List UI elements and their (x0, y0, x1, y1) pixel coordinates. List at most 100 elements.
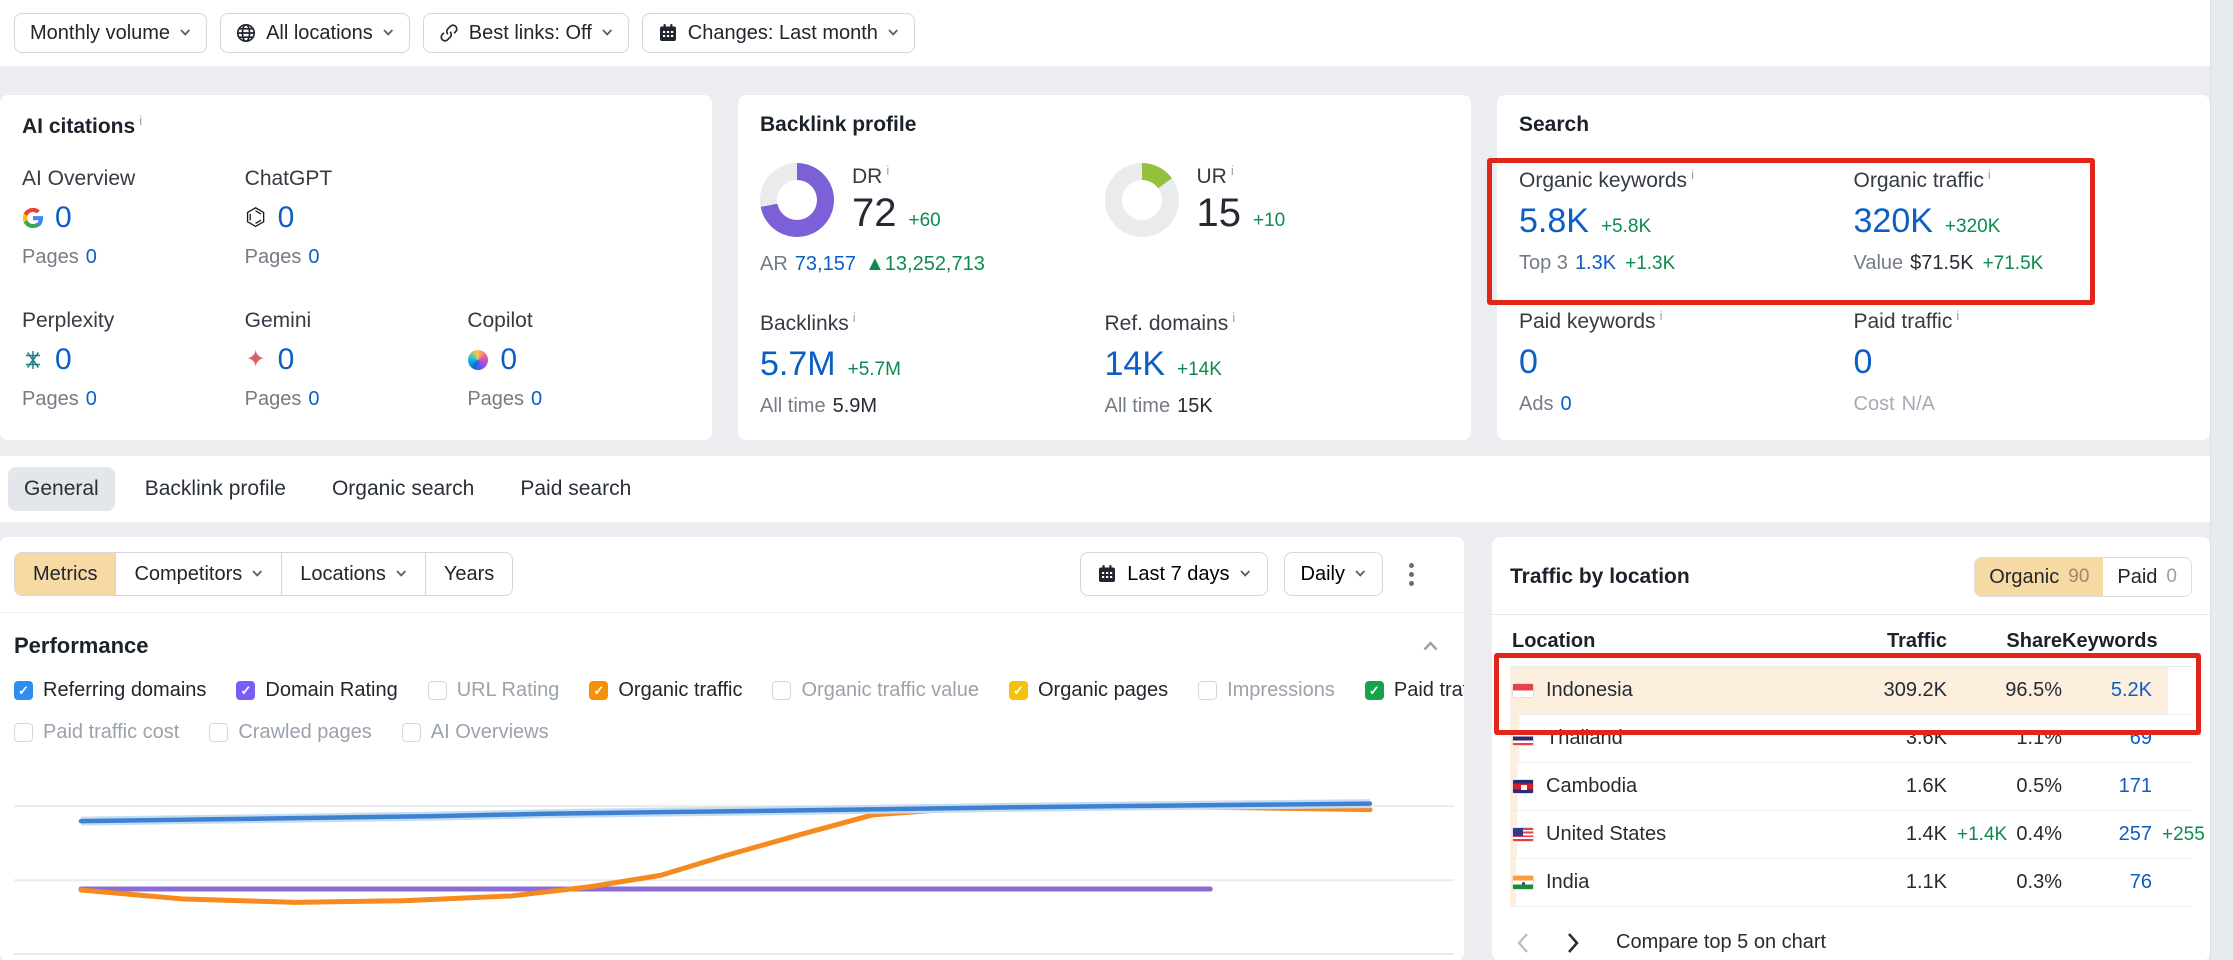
locations-segment[interactable]: Locations (281, 553, 425, 595)
ref-domains-value-link[interactable]: 14K (1105, 345, 1166, 384)
ads-count-link[interactable]: 0 (1560, 393, 1571, 415)
best-links-filter[interactable]: Best links: Off (423, 13, 629, 53)
link-icon (439, 23, 459, 43)
location-label: Cambodia (1546, 775, 1637, 798)
granularity-button[interactable]: Daily (1284, 552, 1383, 596)
info-icon[interactable]: i (1956, 308, 1959, 323)
keywords-link[interactable]: 69 (2130, 727, 2152, 749)
country-flag-icon (1512, 827, 1534, 842)
location-label: Thailand (1546, 727, 1623, 750)
collapse-chevron-up-icon[interactable] (1423, 641, 1438, 651)
traffic-column-header[interactable]: Traffic (1797, 630, 1947, 653)
info-icon[interactable]: i (1232, 310, 1235, 325)
metric-checkbox-referring-domains[interactable]: Referring domains (14, 679, 206, 702)
paid-keywords-value-link[interactable]: 0 (1519, 343, 1538, 382)
keywords-link[interactable]: 171 (2119, 775, 2152, 797)
pages-count-link[interactable]: 0 (531, 388, 542, 410)
pages-count-link[interactable]: 0 (86, 388, 97, 410)
monthly-volume-filter[interactable]: Monthly volume (14, 13, 207, 53)
years-segment[interactable]: Years (425, 553, 512, 595)
scrollbar[interactable] (2210, 0, 2233, 960)
info-icon[interactable]: i (1231, 163, 1234, 178)
info-icon[interactable]: i (139, 113, 142, 128)
info-icon[interactable]: i (853, 310, 856, 325)
share-column-header[interactable]: Share (1947, 630, 2062, 653)
compare-top5-link[interactable]: Compare top 5 on chart (1616, 931, 1826, 954)
tab-general[interactable]: General (8, 467, 115, 511)
metric-checkbox-paid-traffic-cost[interactable]: Paid traffic cost (14, 721, 179, 744)
gemini-icon: ✦ (245, 349, 267, 371)
keywords-link[interactable]: 5.2K (2111, 679, 2152, 701)
organic-keywords-value-link[interactable]: 5.8K (1519, 202, 1589, 241)
more-options-kebab-icon[interactable] (1399, 555, 1424, 594)
backlinks-value-link[interactable]: 5.7M (760, 345, 836, 384)
paid-traffic-value-link[interactable]: 0 (1854, 343, 1873, 382)
locations-filter[interactable]: All locations (220, 13, 410, 53)
metric-checkbox-domain-rating[interactable]: Domain Rating (236, 679, 397, 702)
competitors-segment[interactable]: Competitors (115, 553, 281, 595)
chatgpt-count[interactable]: 0 (278, 201, 295, 235)
checkbox-icon (1365, 681, 1384, 700)
tab-organic-search[interactable]: Organic search (316, 467, 490, 511)
changes-filter[interactable]: Changes: Last month (642, 13, 915, 53)
alltime-value: 15K (1177, 395, 1213, 417)
top3-value-link[interactable]: 1.3K (1575, 252, 1616, 274)
prev-page-chevron-icon[interactable] (1516, 932, 1530, 954)
metric-checkbox-organic-pages[interactable]: Organic pages (1009, 679, 1168, 702)
organic-traffic-value-link[interactable]: 320K (1854, 202, 1933, 241)
organic-keywords-delta: +5.8K (1601, 216, 1651, 238)
checkbox-icon (1009, 681, 1028, 700)
ai-overview-count[interactable]: 0 (55, 201, 72, 235)
tab-paid-search[interactable]: Paid search (504, 467, 647, 511)
metric-label: Paid traffic (1394, 679, 1464, 702)
paid-toggle[interactable]: Paid0 (2103, 558, 2191, 596)
organic-toggle[interactable]: Organic90 (1975, 558, 2103, 596)
checkbox-icon (209, 723, 228, 742)
info-icon[interactable]: i (1691, 167, 1694, 182)
metric-checkbox-url-rating[interactable]: URL Rating (428, 679, 560, 702)
metrics-segment[interactable]: Metrics (15, 553, 115, 595)
traffic-value: $71.5K (1910, 252, 1973, 274)
dr-label: DRi (852, 163, 941, 189)
next-page-chevron-icon[interactable] (1566, 932, 1580, 954)
metric-checkbox-crawled-pages[interactable]: Crawled pages (209, 721, 371, 744)
metric-checkbox-organic-traffic-value[interactable]: Organic traffic value (772, 679, 979, 702)
table-row-thailand[interactable]: Thailand 3.6K 1.1% 69 (1510, 715, 2192, 763)
info-icon[interactable]: i (886, 163, 889, 178)
cost-label: Cost (1854, 393, 1895, 415)
performance-title: Performance (14, 633, 149, 659)
pages-count-link[interactable]: 0 (308, 246, 319, 268)
metric-label: Organic traffic (618, 679, 742, 702)
keywords-link[interactable]: 76 (2130, 871, 2152, 893)
metric-checkbox-paid-traffic[interactable]: Paid traffic (1365, 679, 1464, 702)
share-value: 0.3% (1947, 871, 2062, 894)
metric-checkbox-organic-traffic[interactable]: Organic traffic (589, 679, 742, 702)
copilot-stat: Copilot 0 Pages0 (467, 309, 690, 411)
ai-citations-panel: AI citationsi AI Overview 0 Pages0 ChatG… (0, 95, 712, 440)
chevron-down-icon (383, 29, 394, 37)
table-row-cambodia[interactable]: Cambodia 1.6K 0.5% 171 (1510, 763, 2192, 811)
metric-checkbox-ai-overviews[interactable]: AI Overviews (402, 721, 549, 744)
traffic-value: 1.6K (1797, 775, 1947, 798)
keywords-column-header[interactable]: Keywords (2062, 630, 2152, 653)
info-icon[interactable]: i (1988, 167, 1991, 182)
location-column-header[interactable]: Location (1512, 630, 1797, 653)
pages-count-link[interactable]: 0 (308, 388, 319, 410)
info-icon[interactable]: i (1660, 308, 1663, 323)
keywords-link[interactable]: 257 (2119, 823, 2152, 845)
gemini-count[interactable]: 0 (278, 343, 295, 377)
organic-keywords-stat: Organic keywordsi 5.8K+5.8K Top 31.3K+1.… (1519, 167, 1854, 275)
gemini-label: Gemini (245, 309, 468, 333)
perplexity-count[interactable]: 0 (55, 343, 72, 377)
metric-checkbox-impressions[interactable]: Impressions (1198, 679, 1335, 702)
tab-backlink-profile[interactable]: Backlink profile (129, 467, 302, 511)
metric-label: AI Overviews (431, 721, 549, 744)
copilot-count[interactable]: 0 (500, 343, 517, 377)
table-row-united-states[interactable]: United States 1.4K+1.4K 0.4% 257+255 (1510, 811, 2192, 859)
ar-value-link[interactable]: 73,157 (795, 253, 856, 275)
table-row-india[interactable]: India 1.1K 0.3% 76 (1510, 859, 2192, 907)
table-row-indonesia[interactable]: Indonesia 309.2K 96.5% 5.2K (1510, 667, 2192, 715)
date-range-button[interactable]: Last 7 days (1080, 552, 1267, 596)
chevron-down-icon (1355, 570, 1366, 578)
pages-count-link[interactable]: 0 (86, 246, 97, 268)
